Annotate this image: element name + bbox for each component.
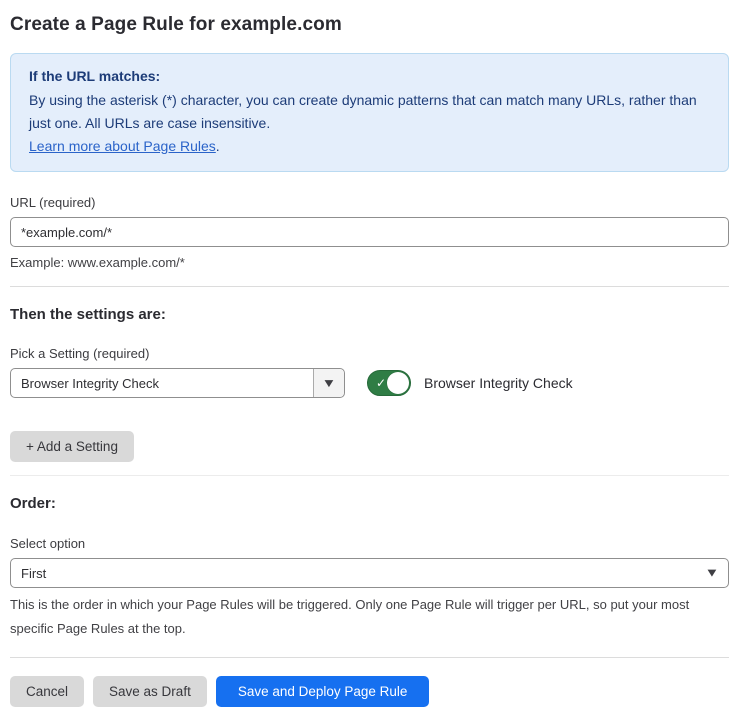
- checkmark-icon: ✓: [376, 377, 386, 389]
- url-input[interactable]: [10, 217, 729, 247]
- add-setting-button[interactable]: + Add a Setting: [10, 431, 134, 462]
- info-box-heading: If the URL matches:: [29, 65, 710, 88]
- cancel-button[interactable]: Cancel: [10, 676, 84, 707]
- url-field-label: URL (required): [10, 195, 729, 210]
- info-box-link-line: Learn more about Page Rules.: [29, 135, 710, 158]
- setting-row: Browser Integrity Check ▼ ✓ Browser Inte…: [10, 368, 729, 398]
- divider-after-url: [10, 286, 729, 287]
- info-box-body: By using the asterisk (*) character, you…: [29, 89, 710, 135]
- setting-select[interactable]: Browser Integrity Check ▼: [10, 368, 345, 398]
- order-select-value: First: [11, 566, 728, 581]
- save-as-draft-button[interactable]: Save as Draft: [93, 676, 207, 707]
- url-example-helper: Example: www.example.com/*: [10, 255, 729, 270]
- order-helper-text: This is the order in which your Page Rul…: [10, 593, 729, 641]
- browser-integrity-toggle[interactable]: ✓: [367, 370, 411, 396]
- link-suffix: .: [216, 138, 220, 154]
- toggle-group: ✓ Browser Integrity Check: [367, 370, 573, 396]
- chevron-down-icon: ▼: [322, 377, 337, 389]
- page-rule-form: Create a Page Rule for example.com If th…: [0, 0, 750, 707]
- order-section-heading: Order:: [10, 495, 729, 512]
- save-and-deploy-button[interactable]: Save and Deploy Page Rule: [216, 676, 430, 707]
- url-match-info-box: If the URL matches: By using the asteris…: [10, 53, 729, 172]
- pick-setting-label: Pick a Setting (required): [10, 346, 729, 361]
- divider-after-settings: [10, 475, 729, 476]
- divider-before-actions: [10, 657, 729, 658]
- order-select[interactable]: First ▼: [10, 558, 729, 588]
- toggle-knob: [387, 372, 409, 394]
- chevron-down-icon: ▼: [705, 565, 720, 579]
- learn-more-link[interactable]: Learn more about Page Rules: [29, 138, 216, 154]
- page-title: Create a Page Rule for example.com: [10, 14, 729, 36]
- form-actions: Cancel Save as Draft Save and Deploy Pag…: [10, 676, 729, 707]
- setting-select-value: Browser Integrity Check: [11, 376, 313, 391]
- order-select-label: Select option: [10, 536, 729, 551]
- toggle-label: Browser Integrity Check: [424, 375, 573, 391]
- setting-select-arrow-button[interactable]: ▼: [313, 369, 344, 397]
- settings-section-heading: Then the settings are:: [10, 306, 729, 323]
